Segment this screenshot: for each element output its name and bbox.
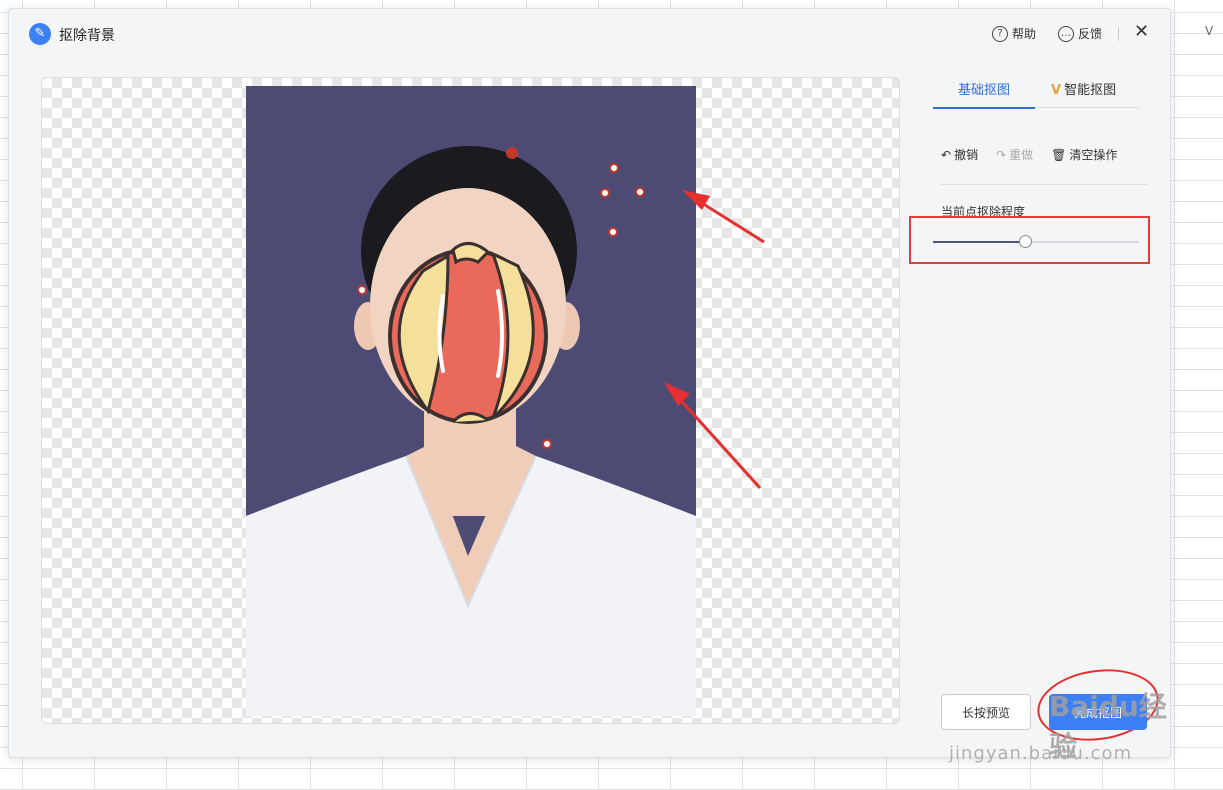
chat-bubble-icon: … <box>1058 25 1074 42</box>
long-press-preview-button[interactable]: 长按预览 <box>941 694 1031 730</box>
brush-magic-icon: ✎ <box>29 23 51 45</box>
degree-slider-track[interactable] <box>933 235 1139 248</box>
mode-tabs: 基础抠图 V 智能抠图 <box>933 77 1139 109</box>
trash-icon: 🗑 <box>1051 147 1067 162</box>
edit-toolbar: ↶ 撤销 ↷ 重做 🗑 清空操作 <box>941 146 1117 163</box>
clear-label: 清空操作 <box>1069 148 1118 162</box>
undo-label: 撤销 <box>954 148 979 162</box>
help-label: 帮助 <box>1012 27 1037 41</box>
degree-slider-thumb[interactable] <box>1018 235 1032 248</box>
redo-button[interactable]: ↷ 重做 <box>996 146 1033 163</box>
remove-background-dialog: ✎ 抠除背景 ? 帮助 … 反馈 ✕ 基础抠图 V 智能抠图 ↶ 撤销 ↷ 重做… <box>8 8 1171 764</box>
redo-label: 重做 <box>1009 148 1034 162</box>
tab-smart-cutout[interactable]: V 智能抠图 <box>1051 79 1116 98</box>
tab-smart-label: 智能抠图 <box>1064 83 1117 98</box>
redo-icon: ↷ <box>996 147 1007 162</box>
undo-icon: ↶ <box>941 147 952 162</box>
undo-button[interactable]: ↶ 撤销 <box>941 146 978 163</box>
watermark-url: jingyan.baidu.com <box>949 743 1133 764</box>
column-header-v: V <box>1205 24 1214 38</box>
feedback-label: 反馈 <box>1078 27 1103 41</box>
toolbar-divider <box>941 184 1147 185</box>
degree-slider-fill <box>933 241 1026 243</box>
close-icon[interactable]: ✕ <box>1134 21 1149 42</box>
question-icon: ? <box>992 25 1008 42</box>
degree-slider-highlight <box>909 216 1150 264</box>
clear-button[interactable]: 🗑 清空操作 <box>1051 146 1117 163</box>
tab-basic-cutout[interactable]: 基础抠图 <box>933 79 1035 109</box>
annotation-arrows <box>664 190 765 490</box>
help-button[interactable]: ? 帮助 <box>992 25 1036 42</box>
feedback-button[interactable]: … 反馈 <box>1058 25 1102 42</box>
image-canvas[interactable] <box>41 77 900 724</box>
header-divider <box>1118 27 1119 41</box>
dialog-title: 抠除背景 <box>59 28 115 44</box>
vip-badge-icon: V <box>1051 83 1062 98</box>
